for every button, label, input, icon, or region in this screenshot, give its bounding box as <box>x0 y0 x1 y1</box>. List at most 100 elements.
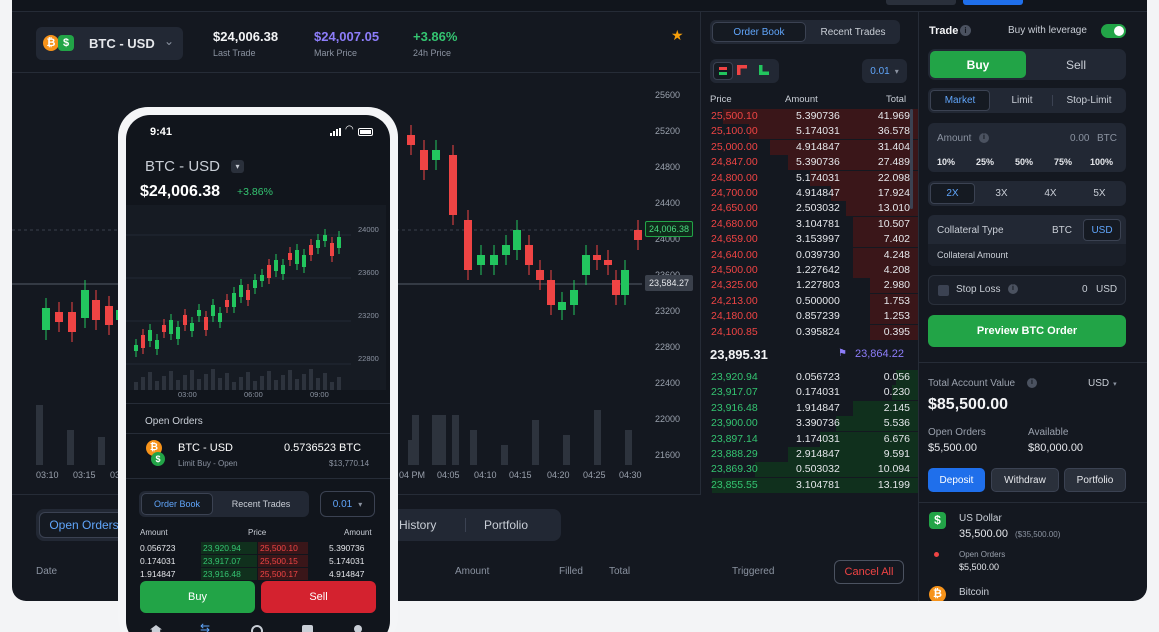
tab-limit[interactable]: Limit <box>992 90 1052 111</box>
tab-stop-limit[interactable]: Stop-Limit <box>1054 90 1124 111</box>
btc-icon: ₿ <box>929 586 946 601</box>
ask-row[interactable]: 25,500.10 5.390736 41.969 <box>701 109 918 124</box>
phone-book-row[interactable]: 0.174031 23,917.07 25,500.15 5.174031 <box>126 555 390 568</box>
ask-row[interactable]: 24,500.00 1.227642 4.208 <box>701 263 918 278</box>
candle <box>92 300 100 320</box>
ask-row[interactable]: 24,640.00 0.039730 4.248 <box>701 247 918 263</box>
total-cell: 0.230 <box>883 386 910 399</box>
top-button-primary[interactable] <box>963 0 1023 5</box>
phone-buy-button[interactable]: Buy <box>140 581 255 613</box>
bid-row[interactable]: 23,897.14 1.174031 6.676 <box>701 431 918 447</box>
stop-loss-value[interactable]: 0 <box>1082 284 1088 295</box>
trade-icon[interactable]: ⇆ <box>200 621 210 632</box>
usd-open-orders-value: $5,500.00 <box>959 562 1000 572</box>
phone-book-row[interactable]: 1.914847 23,916.48 25,500.17 4.914847 <box>126 568 390 581</box>
ask-row[interactable]: 24,700.00 4.914847 17.924 <box>701 186 918 201</box>
ask-row[interactable]: 24,100.85 0.395824 0.395 <box>701 324 918 340</box>
home-icon[interactable] <box>150 625 162 632</box>
sell-tab[interactable]: Sell <box>1028 51 1124 78</box>
tab-market[interactable]: Market <box>930 90 990 111</box>
bid-price-cell: 23,920.94 <box>203 543 241 553</box>
step-select[interactable]: 0.01 ▾ <box>862 59 907 83</box>
ask-row[interactable]: 24,800.00 5.174031 22.098 <box>701 170 918 186</box>
chevron-down-icon[interactable]: ▾ <box>231 160 244 173</box>
leverage-2x[interactable]: 2X <box>930 183 975 204</box>
phone-candle <box>239 285 243 297</box>
tab-order-book[interactable]: Order Book <box>712 22 806 42</box>
amount-input[interactable]: Amount i 0.00 BTC 10% 25% 50% 75% 100% <box>928 123 1126 172</box>
phone-pair[interactable]: BTC - USD <box>145 158 220 175</box>
portfolio-button[interactable]: Portfolio <box>1064 468 1126 492</box>
bid-row[interactable]: 23,869.30 0.503032 10.094 <box>701 462 918 478</box>
pair-selector[interactable]: ₿ $ BTC - USD ⌄ <box>36 27 183 60</box>
info-icon[interactable]: i <box>1008 284 1018 294</box>
ask-row[interactable]: 24,847.00 5.390736 27.489 <box>701 155 918 171</box>
bid-amount-cell: 0.056723 <box>140 543 176 553</box>
profile-icon[interactable] <box>354 625 362 632</box>
view-both-icon[interactable] <box>713 62 733 80</box>
ask-row[interactable]: 24,180.00 0.857239 1.253 <box>701 309 918 325</box>
ask-row[interactable]: 25,000.00 4.914847 31.404 <box>701 139 918 155</box>
leverage-5x[interactable]: 5X <box>1077 183 1122 204</box>
price-cell: 24,800.00 <box>711 171 758 184</box>
buy-sell-switch: Buy Sell <box>928 49 1126 80</box>
chart-icon[interactable] <box>251 625 263 632</box>
tab-open-orders[interactable]: Open Orders <box>39 512 129 538</box>
phone-step-select[interactable]: 0.01 ▾ <box>320 491 375 517</box>
bid-row[interactable]: 23,917.07 0.174031 0.230 <box>701 385 918 401</box>
phone-book-row[interactable]: 0.056723 23,920.94 25,500.10 5.390736 <box>126 542 390 555</box>
bid-row[interactable]: 23,920.94 0.056723 0.056 <box>701 370 918 385</box>
bid-amount-cell: 0.174031 <box>140 556 176 566</box>
orderbook-scrollbar[interactable] <box>910 109 913 209</box>
ask-row[interactable]: 25,100.00 5.174031 36.578 <box>701 124 918 140</box>
stop-loss-checkbox[interactable] <box>938 285 949 296</box>
phone-candle <box>218 313 222 322</box>
percent-25[interactable]: 25% <box>976 157 994 167</box>
leverage-3x[interactable]: 3X <box>979 183 1024 204</box>
y-tick: 25600 <box>655 90 681 100</box>
phone-sell-button[interactable]: Sell <box>261 581 376 613</box>
phone-tab-recent-trades[interactable]: Recent Trades <box>215 493 307 515</box>
preview-order-button[interactable]: Preview BTC Order <box>928 315 1126 347</box>
status-dot <box>934 552 939 557</box>
wallet-icon[interactable] <box>302 625 313 632</box>
buy-tab[interactable]: Buy <box>930 51 1026 78</box>
tab-recent-trades[interactable]: Recent Trades <box>806 22 900 42</box>
usd-open-orders-label: Open Orders <box>959 550 1006 559</box>
bid-row[interactable]: 23,900.00 3.390736 5.536 <box>701 416 918 432</box>
ask-row[interactable]: 24,680.00 3.104781 10.507 <box>701 216 918 232</box>
view-bids-icon[interactable] <box>759 65 769 75</box>
leverage-4x[interactable]: 4X <box>1028 183 1073 204</box>
star-icon[interactable]: ★ <box>671 27 684 44</box>
leverage-toggle[interactable] <box>1101 24 1126 38</box>
bid-row[interactable]: 23,855.55 3.104781 13.199 <box>701 477 918 493</box>
phone-time: 9:41 <box>150 126 173 138</box>
percent-10[interactable]: 10% <box>937 157 955 167</box>
phone-tab-order-book[interactable]: Order Book <box>141 493 213 515</box>
percent-50[interactable]: 50% <box>1015 157 1033 167</box>
tab-history[interactable]: History <box>399 518 436 532</box>
account-currency[interactable]: USD ▾ <box>1088 378 1117 389</box>
percent-75[interactable]: 75% <box>1054 157 1072 167</box>
top-button-secondary[interactable] <box>886 0 956 5</box>
info-icon[interactable]: i <box>960 25 971 36</box>
bid-row[interactable]: 23,888.29 2.914847 9.591 <box>701 447 918 462</box>
info-icon[interactable]: i <box>1027 378 1037 388</box>
ask-row[interactable]: 24,659.00 3.153997 7.402 <box>701 232 918 248</box>
y-tick: 24400 <box>655 198 681 208</box>
ask-row[interactable]: 24,325.00 1.227803 2.980 <box>701 278 918 294</box>
bid-row[interactable]: 23,916.48 1.914847 2.145 <box>701 400 918 416</box>
withdraw-button[interactable]: Withdraw <box>991 468 1059 492</box>
collateral-btc[interactable]: BTC <box>1046 220 1078 240</box>
percent-100[interactable]: 100% <box>1090 157 1113 167</box>
tab-portfolio[interactable]: Portfolio <box>484 518 528 532</box>
phone-price-chart[interactable] <box>126 205 386 390</box>
view-asks-icon[interactable] <box>737 65 747 75</box>
collateral-usd[interactable]: USD <box>1083 219 1121 241</box>
info-icon[interactable]: i <box>979 133 989 143</box>
cancel-all-button[interactable]: Cancel All <box>834 560 904 584</box>
ask-row[interactable]: 24,213.00 0.500000 1.753 <box>701 293 918 309</box>
ask-row[interactable]: 24,650.00 2.503032 13.010 <box>701 201 918 217</box>
volume-bar <box>36 405 43 465</box>
deposit-button[interactable]: Deposit <box>928 468 985 492</box>
